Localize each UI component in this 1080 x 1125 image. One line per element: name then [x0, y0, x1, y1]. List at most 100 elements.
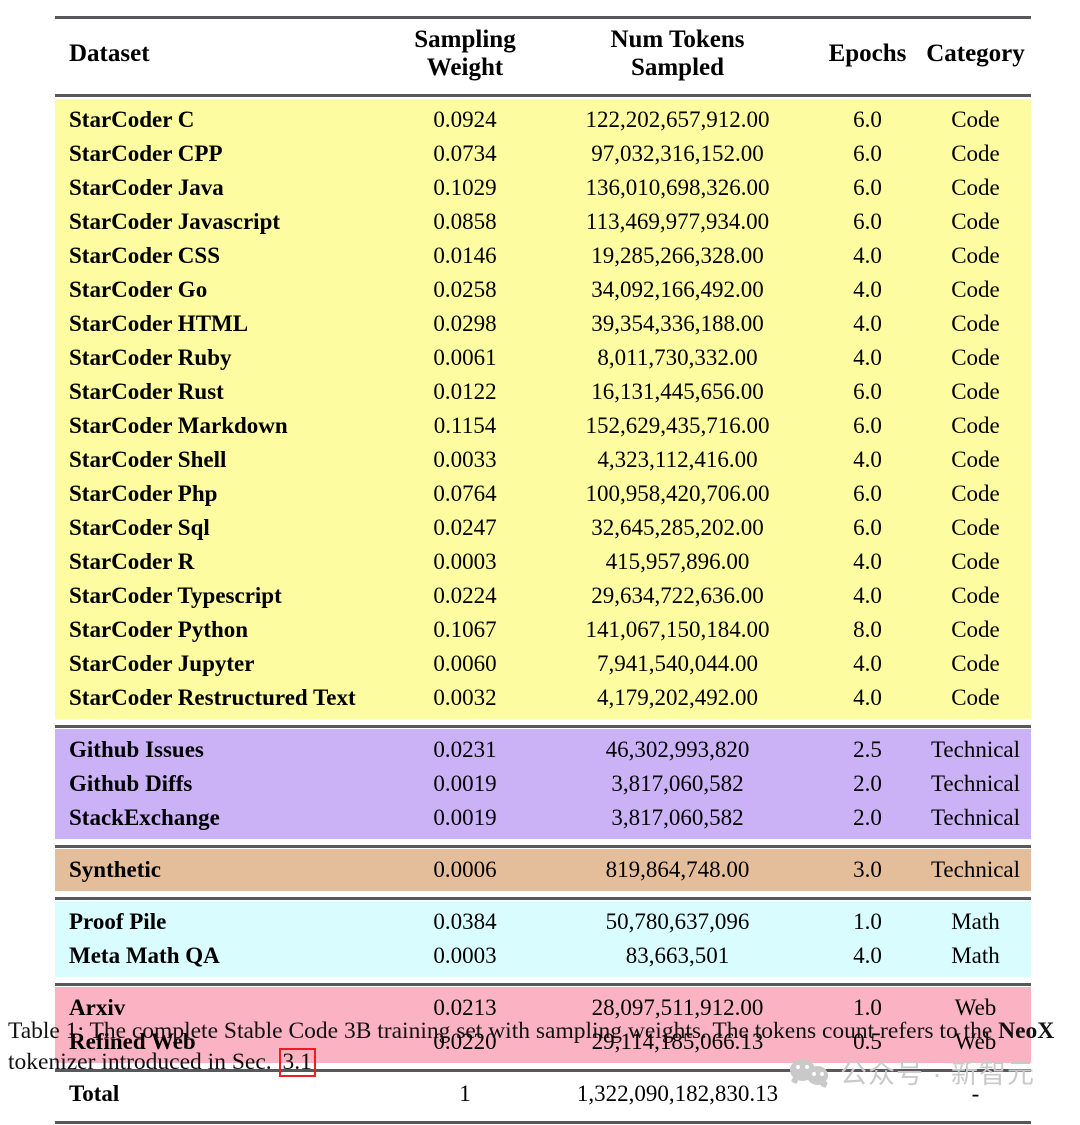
cell-num-tokens-sampled: 3,817,060,582 — [540, 766, 815, 800]
table-row: StarCoder Go 0.0258 34,092,166,492.00 4.0 Co… — [55, 272, 1031, 306]
cell-dataset: StarCoder CPP — [55, 136, 390, 170]
cell-epochs: 4.0 — [815, 646, 920, 680]
caption-bold-neox: NeoX — [998, 1018, 1055, 1044]
cell-sampling-weight: 0.0384 — [390, 901, 540, 938]
cell-epochs: 4.0 — [815, 340, 920, 374]
cell-epochs: 2.0 — [815, 766, 920, 800]
cell-sampling-weight: 0.0033 — [390, 442, 540, 476]
section-divider — [55, 839, 1031, 849]
table-row: StarCoder Ruby 0.0061 8,011,730,332.00 4.0 C… — [55, 340, 1031, 374]
cell-dataset: StarCoder CSS — [55, 238, 390, 272]
table-body: StarCoder C 0.0924 122,202,657,912.00 6.0 Co… — [55, 99, 1031, 1125]
section-reference-link[interactable]: 3.1 — [278, 1048, 316, 1078]
cell-dataset: Github Issues — [55, 729, 390, 766]
table-row: StarCoder Typescript 0.0224 29,634,722,636… — [55, 578, 1031, 612]
cell-dataset: StarCoder R — [55, 544, 390, 578]
cell-sampling-weight: 0.0258 — [390, 272, 540, 306]
cell-category: Code — [920, 170, 1031, 204]
cell-sampling-weight: 0.0231 — [390, 729, 540, 766]
cell-sampling-weight: 1 — [390, 1073, 540, 1115]
cell-epochs: 4.0 — [815, 544, 920, 578]
cell-epochs: 4.0 — [815, 680, 920, 719]
cell-sampling-weight: 0.0734 — [390, 136, 540, 170]
table: Dataset Sampling Weight Num Tokens Sampl… — [55, 14, 1031, 1125]
cell-sampling-weight: 0.0924 — [390, 99, 540, 136]
cell-category: Code — [920, 374, 1031, 408]
column-header-sampling-weight: Sampling Weight — [390, 20, 540, 92]
cell-epochs: 2.5 — [815, 729, 920, 766]
table-row: StarCoder C 0.0924 122,202,657,912.00 6.0 Co… — [55, 99, 1031, 136]
cell-dataset: StackExchange — [55, 800, 390, 839]
cell-sampling-weight: 0.0146 — [390, 238, 540, 272]
cell-category: Code — [920, 578, 1031, 612]
section-divider — [55, 719, 1031, 729]
cell-sampling-weight: 0.0060 — [390, 646, 540, 680]
cell-num-tokens-sampled: 8,011,730,332.00 — [540, 340, 815, 374]
cell-num-tokens-sampled: 32,645,285,202.00 — [540, 510, 815, 544]
cell-num-tokens-sampled: 819,864,748.00 — [540, 849, 815, 891]
cell-sampling-weight: 0.0224 — [390, 578, 540, 612]
cell-sampling-weight: 0.0122 — [390, 374, 540, 408]
cell-num-tokens-sampled: 4,323,112,416.00 — [540, 442, 815, 476]
caption-part-2: tokenizer introduced in Sec. — [8, 1049, 272, 1076]
cell-epochs: 6.0 — [815, 99, 920, 136]
cell-category: Technical — [920, 849, 1031, 891]
cell-epochs: 6.0 — [815, 170, 920, 204]
cell-dataset: StarCoder C — [55, 99, 390, 136]
cell-sampling-weight: 0.0006 — [390, 849, 540, 891]
cell-dataset: StarCoder HTML — [55, 306, 390, 340]
cell-dataset: Meta Math QA — [55, 938, 390, 977]
table-header: Dataset Sampling Weight Num Tokens Sampl… — [55, 14, 1031, 99]
cell-category: Math — [920, 901, 1031, 938]
table-row: StarCoder Markdown 0.1154 152,629,435,716.… — [55, 408, 1031, 442]
section-divider — [55, 891, 1031, 901]
table-row: StarCoder Php 0.0764 100,958,420,706.00 6.0… — [55, 476, 1031, 510]
cell-dataset: Github Diffs — [55, 766, 390, 800]
cell-num-tokens-sampled: 29,634,722,636.00 — [540, 578, 815, 612]
table-row: StarCoder Restructured Text 0.0032 4,179,2… — [55, 680, 1031, 719]
cell-category: Code — [920, 238, 1031, 272]
page-root: Dataset Sampling Weight Num Tokens Sampl… — [0, 0, 1080, 1125]
cell-dataset: StarCoder Sql — [55, 510, 390, 544]
cell-category: Code — [920, 204, 1031, 238]
cell-dataset: Proof Pile — [55, 901, 390, 938]
cell-num-tokens-sampled: 4,179,202,492.00 — [540, 680, 815, 719]
cell-category: Code — [920, 306, 1031, 340]
table-row: StarCoder CPP 0.0734 97,032,316,152.00 6.0 C… — [55, 136, 1031, 170]
cell-sampling-weight: 0.1067 — [390, 612, 540, 646]
wechat-icon — [790, 1057, 830, 1088]
cell-num-tokens-sampled: 16,131,445,656.00 — [540, 374, 815, 408]
cell-num-tokens-sampled: 50,780,637,096 — [540, 901, 815, 938]
cell-epochs: 6.0 — [815, 510, 920, 544]
cell-sampling-weight: 0.1154 — [390, 408, 540, 442]
header-line-1: Sampling — [414, 26, 516, 53]
cell-epochs: 8.0 — [815, 612, 920, 646]
cell-dataset: StarCoder Markdown — [55, 408, 390, 442]
cell-num-tokens-sampled: 136,010,698,326.00 — [540, 170, 815, 204]
header-row: Dataset Sampling Weight Num Tokens Sampl… — [55, 20, 1031, 92]
cell-sampling-weight: 0.0247 — [390, 510, 540, 544]
header-line-2: Weight — [426, 54, 504, 81]
cell-epochs: 1.0 — [815, 901, 920, 938]
cell-epochs: 3.0 — [815, 849, 920, 891]
cell-num-tokens-sampled: 34,092,166,492.00 — [540, 272, 815, 306]
table-row: Synthetic 0.0006 819,864,748.00 3.0 Technica… — [55, 849, 1031, 891]
cell-sampling-weight: 0.0061 — [390, 340, 540, 374]
cell-epochs: 6.0 — [815, 204, 920, 238]
cell-category: Code — [920, 510, 1031, 544]
cell-sampling-weight: 0.0019 — [390, 800, 540, 839]
cell-category: Technical — [920, 729, 1031, 766]
table-row: StarCoder HTML 0.0298 39,354,336,188.00 4.0… — [55, 306, 1031, 340]
cell-num-tokens-sampled: 39,354,336,188.00 — [540, 306, 815, 340]
table-row: StarCoder Javascript 0.0858 113,469,977,93… — [55, 204, 1031, 238]
cell-sampling-weight: 0.0003 — [390, 544, 540, 578]
cell-category: Technical — [920, 766, 1031, 800]
cell-num-tokens-sampled: 141,067,150,184.00 — [540, 612, 815, 646]
cell-sampling-weight: 0.0019 — [390, 766, 540, 800]
table-row: Meta Math QA 0.0003 83,663,501 4.0 Math — [55, 938, 1031, 977]
cell-dataset: StarCoder Typescript — [55, 578, 390, 612]
table-row: Github Issues 0.0231 46,302,993,820 2.5 Tech… — [55, 729, 1031, 766]
cell-epochs: 6.0 — [815, 374, 920, 408]
cell-category: Code — [920, 99, 1031, 136]
cell-category: Technical — [920, 800, 1031, 839]
